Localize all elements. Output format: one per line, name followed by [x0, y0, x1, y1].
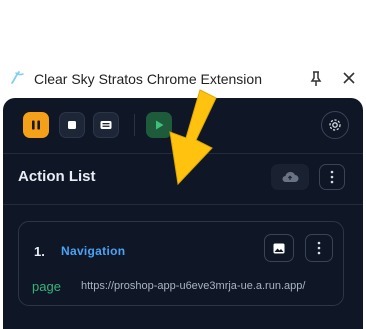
image-icon: [273, 243, 285, 253]
vertical-dots-icon: [317, 241, 321, 255]
section-divider-line: [3, 204, 363, 205]
close-icon[interactable]: [340, 69, 358, 87]
vertical-dots-icon: [330, 170, 334, 184]
pause-icon: [32, 120, 40, 130]
window-title: Clear Sky Stratos Chrome Extension: [34, 71, 262, 87]
action-number: 1.: [34, 244, 45, 259]
stop-icon: [68, 121, 76, 129]
action-list-more-button[interactable]: [319, 164, 345, 190]
action-more-button[interactable]: [305, 234, 333, 262]
pause-button[interactable]: [23, 112, 49, 138]
action-card[interactable]: 1. Navigation page https://proshop-app-u…: [18, 221, 344, 306]
pin-icon[interactable]: [308, 70, 324, 88]
stop-button[interactable]: [59, 112, 85, 138]
gear-icon: [329, 119, 341, 131]
keyboard-icon: [100, 121, 112, 129]
arrow-down-left-icon: [169, 89, 217, 186]
action-name: Navigation: [61, 244, 126, 258]
toolbar-divider: [134, 114, 135, 136]
cloud-upload-icon: [282, 171, 299, 182]
action-list-title: Action List: [18, 168, 96, 185]
keyboard-button[interactable]: [93, 112, 119, 138]
action-url: https://proshop-app-u6eve3mrja-ue.a.run.…: [81, 280, 306, 292]
settings-button[interactable]: [321, 111, 349, 139]
clear-sky-logo-icon: [11, 71, 24, 84]
cloud-upload-button[interactable]: [271, 164, 309, 190]
action-type: page: [32, 279, 61, 294]
screenshot-button[interactable]: [264, 234, 294, 262]
